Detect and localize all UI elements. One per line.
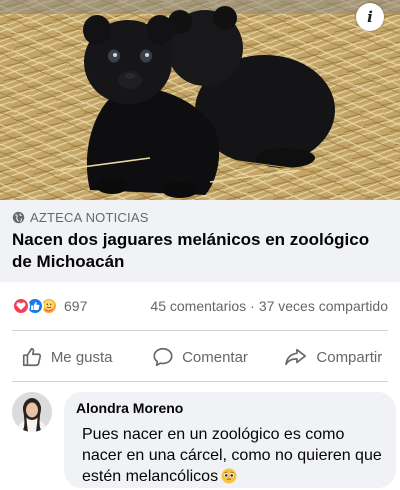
- avatar-photo: [12, 392, 52, 432]
- avatar[interactable]: [12, 392, 52, 432]
- actions-row: Me gusta Comentar Compartir: [0, 333, 400, 381]
- share-arrow-icon: [285, 348, 307, 366]
- comment-text: Pues nacer en un zoológico es como nacer…: [76, 424, 384, 487]
- reaction-count: 697: [64, 298, 88, 314]
- comment-bubble-icon: [153, 347, 173, 367]
- info-icon[interactable]: i: [356, 3, 384, 31]
- like-button-label: Me gusta: [50, 348, 113, 366]
- comment-button[interactable]: Comentar: [133, 346, 266, 368]
- pleading-face-emoji-icon: [221, 468, 237, 484]
- stats-separator: ·: [250, 298, 255, 314]
- share-count[interactable]: 37 veces compartido: [259, 298, 388, 314]
- share-button[interactable]: Compartir: [267, 346, 400, 368]
- comment-count[interactable]: 45 comentarios: [150, 298, 246, 314]
- comment-author[interactable]: Alondra Moreno: [76, 400, 384, 416]
- link-preview[interactable]: AZTECA NOTICIAS Nacen dos jaguares melán…: [0, 200, 400, 282]
- stats-right: 45 comentarios · 37 veces compartido: [150, 298, 388, 314]
- divider-bottom: [12, 381, 388, 382]
- link-source: AZTECA NOTICIAS: [12, 210, 388, 225]
- comment: Alondra Moreno Pues nacer en un zoológic…: [12, 392, 396, 488]
- link-title[interactable]: Nacen dos jaguares melánicos en zoológic…: [12, 229, 382, 273]
- comment-bubble[interactable]: Alondra Moreno Pues nacer en un zoológic…: [64, 392, 396, 488]
- reactions[interactable]: 697: [12, 297, 87, 315]
- love-reaction-icon: [12, 297, 30, 315]
- post-image[interactable]: i: [0, 0, 400, 200]
- stats-row: 697 45 comentarios · 37 veces compartido: [0, 282, 400, 330]
- jaguar-cubs-photo: [0, 0, 400, 200]
- share-button-label: Compartir: [316, 348, 383, 366]
- comment-button-label: Comentar: [182, 348, 248, 366]
- thumbs-up-icon: [22, 347, 41, 367]
- link-source-label: AZTECA NOTICIAS: [30, 210, 149, 225]
- divider-top: [12, 330, 388, 331]
- globe-icon: [12, 211, 25, 224]
- like-button[interactable]: Me gusta: [0, 346, 133, 368]
